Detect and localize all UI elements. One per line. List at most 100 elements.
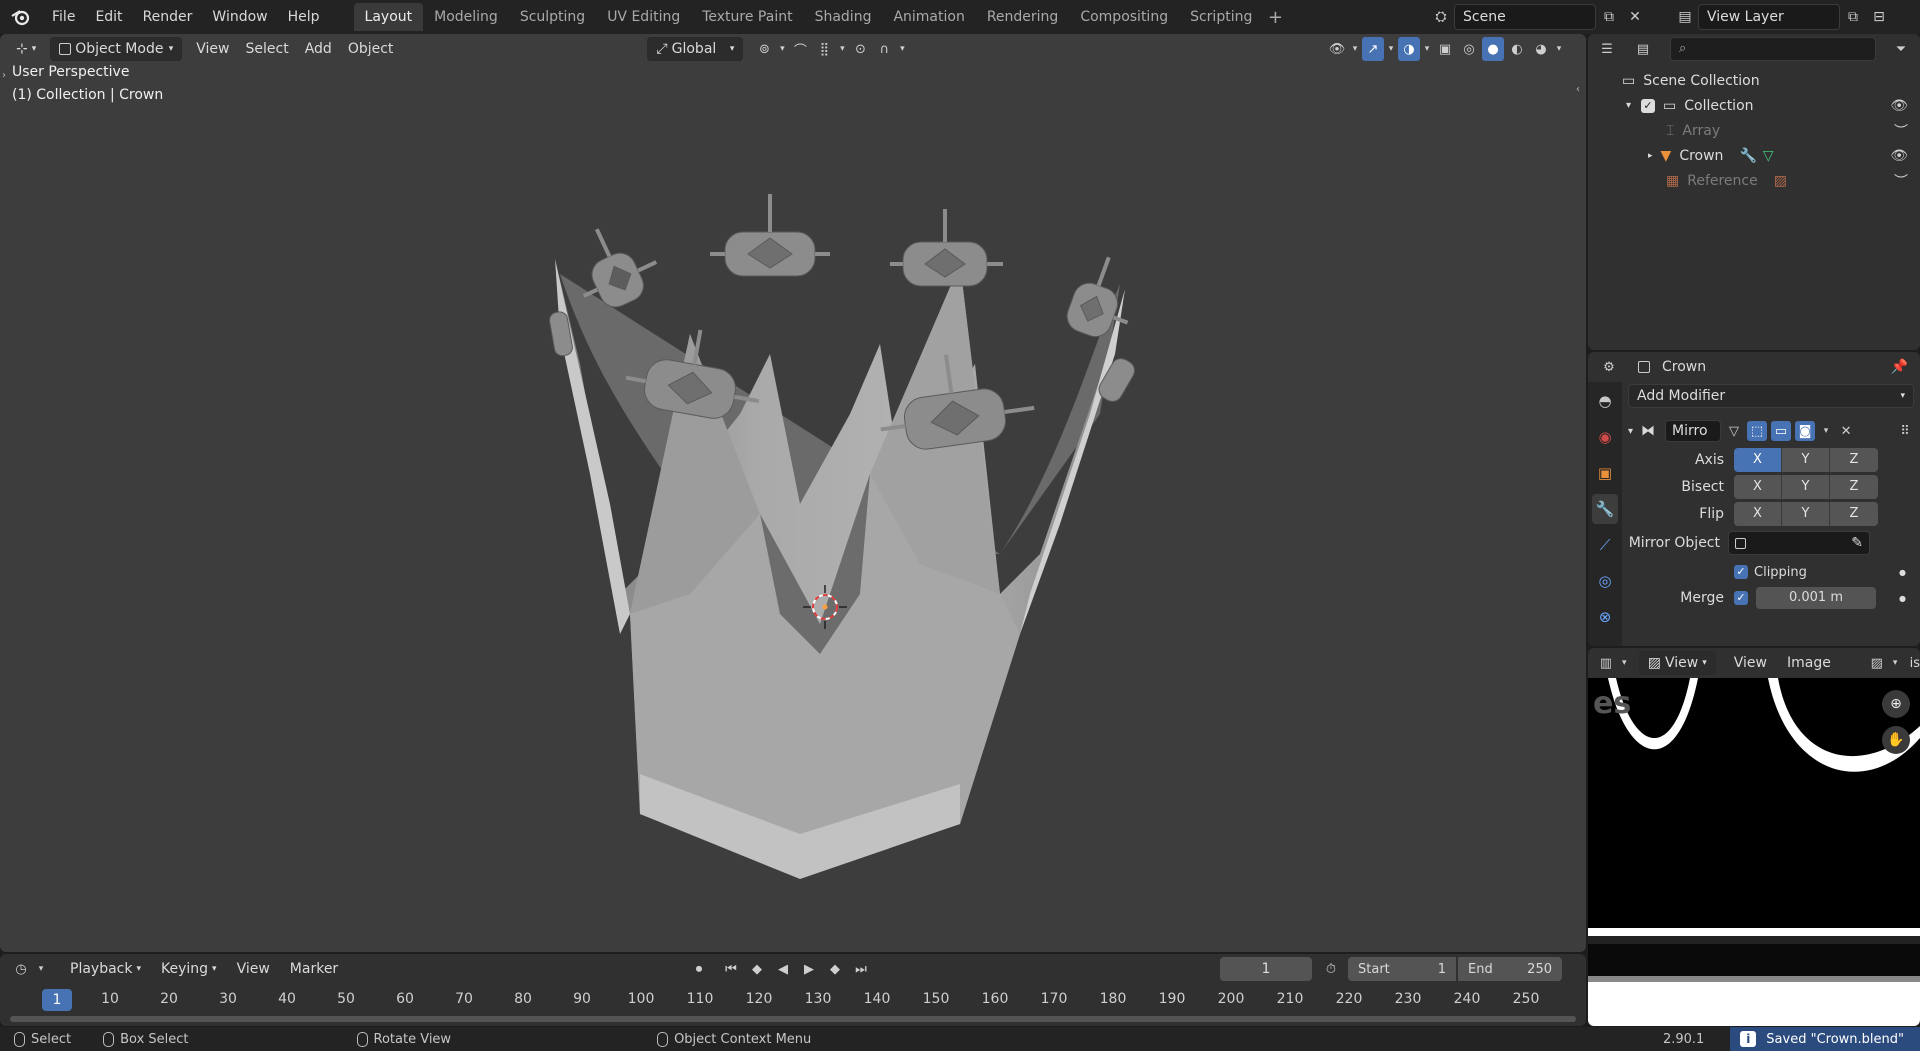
axis-x-toggle[interactable]: X — [1734, 447, 1782, 472]
jump-end-icon[interactable]: ⏭ — [850, 957, 872, 981]
properties-editor-icon[interactable]: ⚙ — [1598, 355, 1620, 379]
reference-image[interactable]: es — [1588, 678, 1920, 1026]
pin-icon[interactable]: 📌 — [1891, 359, 1908, 375]
keyframe-dot-icon[interactable]: ● — [1899, 568, 1906, 577]
display-mode-icon[interactable]: ▤ — [1632, 37, 1654, 61]
jump-keyframe-back-icon[interactable]: ◆ — [746, 957, 768, 981]
view-layer-field[interactable]: View Layer — [1698, 4, 1840, 30]
axis-z-toggle[interactable]: Z — [1830, 447, 1878, 472]
jump-keyframe-forward-icon[interactable]: ◆ — [824, 957, 846, 981]
timeline-editor-icon[interactable]: ◷ — [10, 957, 32, 981]
realtime-icon[interactable]: ▭ — [1771, 421, 1792, 441]
flip-z-toggle[interactable]: Z — [1830, 501, 1878, 526]
bisect-z-toggle[interactable]: Z — [1830, 474, 1878, 499]
render-tab-icon[interactable]: ◓ — [1592, 386, 1618, 416]
current-frame-field[interactable]: 1 — [1220, 957, 1312, 981]
edit-mode-icon[interactable]: ⬚ — [1747, 421, 1768, 441]
outliner-row-array[interactable]: ⌶ Array ︶ — [1588, 118, 1920, 143]
chevron-down-icon[interactable]: ▾ — [1620, 651, 1629, 675]
image-name-cut[interactable]: is — [1910, 656, 1920, 671]
image-data-icon[interactable]: ▨ — [1774, 173, 1787, 189]
start-frame-field[interactable]: Start 1 — [1348, 957, 1456, 981]
merge-checkbox[interactable]: ✓ — [1734, 591, 1748, 605]
tab-layout[interactable]: Layout — [353, 3, 424, 31]
clipping-checkbox[interactable]: ✓ — [1734, 565, 1748, 579]
tab-compositing[interactable]: Compositing — [1069, 3, 1179, 31]
blender-logo-icon[interactable] — [0, 8, 42, 26]
close-icon[interactable]: ✕ — [1837, 419, 1855, 443]
physics-tab-icon[interactable]: ◎ — [1592, 566, 1618, 596]
flip-x-toggle[interactable]: X — [1734, 501, 1782, 526]
constraints-tab-icon[interactable]: ⊗ — [1592, 602, 1618, 632]
chevron-down-icon[interactable]: ▾ — [36, 957, 46, 981]
scene-icon[interactable]: ⛭ — [1428, 4, 1454, 30]
timeline-scrollbar[interactable] — [10, 1016, 1576, 1022]
chevron-down-icon[interactable]: ▾ — [1819, 419, 1833, 443]
outliner-row-reference[interactable]: ▦ Reference ▨ ︶ — [1588, 168, 1920, 193]
timeline-ruler[interactable]: 1 10 20 30 40 50 60 70 80 90 100 110 120 130 140 150 160… — [0, 988, 1586, 1012]
tab-animation[interactable]: Animation — [882, 3, 975, 31]
outliner-row-collection[interactable]: ▾ ✓ ▭ Collection 👁 — [1588, 93, 1920, 118]
render-icon[interactable]: ◙ — [1795, 421, 1816, 441]
outliner-row-scene-collection[interactable]: ▭ Scene Collection — [1588, 68, 1920, 93]
menu-render[interactable]: Render — [133, 4, 203, 30]
3d-viewport[interactable]: ⊹ ▾ Object Mode ▾ View Select Add Object … — [0, 34, 1586, 952]
timeline-menu-view[interactable]: View — [229, 957, 278, 981]
tab-texture-paint[interactable]: Texture Paint — [691, 3, 803, 31]
object-tab-icon[interactable]: ▣ — [1592, 458, 1618, 488]
tab-modeling[interactable]: Modeling — [423, 3, 509, 31]
add-workspace-icon[interactable]: + — [1263, 7, 1287, 28]
modifier-wrench-icon[interactable]: 🔧 — [1739, 148, 1756, 164]
eye-icon[interactable]: 👁 — [1890, 98, 1908, 114]
particles-tab-icon[interactable]: ⟋ — [1592, 530, 1618, 560]
world-tab-icon[interactable]: ◉ — [1592, 422, 1618, 452]
drag-handle-icon[interactable]: ⠿ — [1896, 419, 1914, 443]
pan-hand-icon[interactable]: ✋ — [1882, 726, 1910, 754]
timeline-menu-playback[interactable]: Playback ▾ — [62, 957, 149, 981]
exclude-checkbox[interactable]: ✓ — [1641, 98, 1656, 113]
mesh-data-icon[interactable]: ▽ — [1763, 148, 1774, 164]
stopwatch-icon[interactable]: ⏱ — [1320, 957, 1342, 981]
delete-view-layer-icon[interactable]: ⊟ — [1866, 4, 1892, 30]
mirror-object-field[interactable]: ✎ — [1728, 531, 1870, 555]
timeline-menu-marker[interactable]: Marker — [282, 957, 346, 981]
outliner-row-crown[interactable]: ▸ ▼ Crown 🔧 ▽ 👁 — [1588, 143, 1920, 168]
view-layer-icon[interactable]: ▤ — [1672, 4, 1698, 30]
keyframe-dot-icon[interactable]: ● — [1899, 594, 1906, 603]
outliner-editor-icon[interactable]: ☰ — [1596, 37, 1618, 61]
collapse-arrow-icon[interactable]: ▾ — [1628, 426, 1633, 437]
image-editor-icon[interactable]: ▥ — [1596, 651, 1616, 675]
tab-shading[interactable]: Shading — [804, 3, 883, 31]
modifier-name-field[interactable]: Mirro — [1665, 420, 1722, 442]
bisect-y-toggle[interactable]: Y — [1782, 474, 1830, 499]
tab-uv-editing[interactable]: UV Editing — [596, 3, 691, 31]
play-reverse-icon[interactable]: ◀ — [772, 957, 794, 981]
expand-arrow-icon[interactable]: ▸ — [1648, 151, 1653, 161]
menu-help[interactable]: Help — [278, 4, 330, 30]
image-view-mode-dropdown[interactable]: ▨ View ▾ — [1638, 651, 1716, 675]
chevron-down-icon[interactable]: ▾ — [1891, 651, 1900, 675]
jump-start-icon[interactable]: ⏮ — [720, 957, 742, 981]
expand-arrow-icon[interactable]: ▾ — [1626, 100, 1631, 111]
eye-closed-icon[interactable]: ︶ — [1894, 121, 1908, 141]
add-modifier-dropdown[interactable]: Add Modifier ▾ — [1628, 384, 1914, 408]
timeline-menu-keying[interactable]: Keying ▾ — [153, 957, 225, 981]
crown-model[interactable] — [0, 34, 1586, 952]
new-view-layer-icon[interactable]: ⧉ — [1840, 4, 1866, 30]
filter-icon[interactable]: ⏷ — [1890, 37, 1912, 61]
tab-rendering[interactable]: Rendering — [976, 3, 1070, 31]
record-icon[interactable]: ⏺ — [688, 957, 710, 981]
eye-icon[interactable]: 👁 — [1890, 148, 1908, 164]
outliner-search-input[interactable]: ⌕ — [1670, 37, 1876, 61]
axis-y-toggle[interactable]: Y — [1782, 447, 1830, 472]
eyedropper-icon[interactable]: ✎ — [1851, 531, 1863, 555]
on-cage-icon[interactable]: ▽ — [1725, 419, 1743, 443]
saved-report[interactable]: i Saved "Crown.blend" — [1730, 1027, 1920, 1051]
menu-window[interactable]: Window — [202, 4, 277, 30]
eye-closed-icon[interactable]: ︶ — [1894, 171, 1908, 191]
delete-scene-icon[interactable]: ✕ — [1622, 4, 1648, 30]
modifier-tab-icon[interactable]: 🔧 — [1592, 494, 1618, 524]
bisect-x-toggle[interactable]: X — [1734, 474, 1782, 499]
flip-y-toggle[interactable]: Y — [1782, 501, 1830, 526]
tab-scripting[interactable]: Scripting — [1179, 3, 1263, 31]
